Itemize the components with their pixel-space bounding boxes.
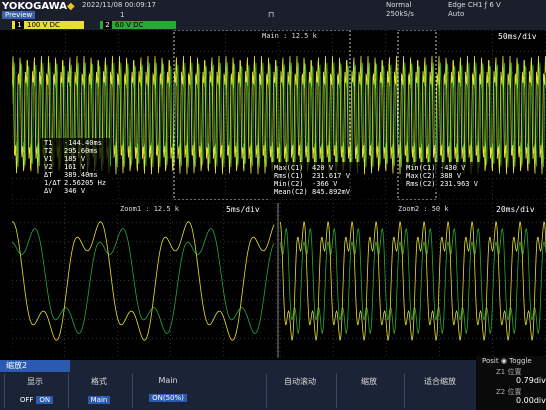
z2-position-value[interactable]: 0.00div bbox=[516, 396, 546, 405]
measure-label: Mean(C2) bbox=[274, 188, 308, 196]
main-value: ON(50%) bbox=[149, 394, 187, 402]
position-toggle-panel[interactable]: Posit ◉ Toggle Z1 位置 0.79div Z2 位置 0.00d… bbox=[476, 356, 546, 410]
auto-scroll-softkey[interactable]: 自动滚动 bbox=[266, 374, 333, 408]
preview-badge: Preview bbox=[2, 11, 36, 19]
position-title: Posit bbox=[482, 357, 499, 365]
logo-diamond-icon: ◆ bbox=[67, 1, 75, 12]
zoom1-label: Zoom1 : 12.5 k bbox=[120, 205, 180, 213]
display-softkey[interactable]: 显示 OFF ON bbox=[4, 374, 65, 408]
measure-value: 420 V bbox=[312, 164, 334, 172]
measure-label: Max(C1) bbox=[274, 164, 304, 172]
cursor-label: T2 bbox=[44, 147, 52, 155]
measure-label: Min(C1) bbox=[406, 164, 436, 172]
datetime: 2022/11/08 00:09:17 bbox=[82, 1, 157, 9]
cursor-value: 161 V bbox=[64, 163, 86, 171]
fit-zoom-label: 适合缩放 bbox=[424, 377, 456, 386]
cursor-value: -144.40ms bbox=[64, 139, 102, 147]
scale-label: 缩放 bbox=[361, 377, 377, 386]
measure-value: 231.963 V bbox=[440, 180, 479, 188]
trigger-setting: Edge CH1 ƒ 6 V bbox=[448, 1, 501, 9]
cursor-label: ΔT bbox=[44, 171, 53, 179]
zoom-waveform-windows[interactable]: Zoom1 : 12.5 k 5ms/div Zoom2 : 50 k 20ms/di… bbox=[12, 203, 546, 358]
toggle-icon: ◉ bbox=[500, 357, 507, 365]
cursor-label: 1/ΔT bbox=[44, 179, 62, 187]
cursor-value: 185 V bbox=[64, 155, 86, 163]
scale-softkey[interactable]: 缩放 bbox=[336, 374, 401, 408]
channel-2-badge[interactable]: 2 60 V DC bbox=[100, 21, 176, 29]
display-on[interactable]: ON bbox=[36, 396, 54, 404]
fit-zoom-softkey[interactable]: 适合缩放 bbox=[404, 374, 475, 408]
acquisition-icon: ⊓ bbox=[268, 10, 275, 19]
auto-scroll-label: 自动滚动 bbox=[284, 377, 316, 386]
cursor-label: V1 bbox=[44, 155, 52, 163]
acquisition-mode: Normal bbox=[386, 1, 412, 9]
format-label: 格式 bbox=[91, 377, 107, 386]
z1-position-value[interactable]: 0.79div bbox=[516, 376, 546, 385]
zoom2-timebase: 20ms/div bbox=[496, 205, 535, 214]
cursor-label: T1 bbox=[44, 139, 52, 147]
sample-rate: 250kS/s bbox=[386, 10, 414, 18]
main-timebase: 50ms/div bbox=[498, 32, 537, 41]
zoom1-timebase: 5ms/div bbox=[226, 205, 260, 214]
measure-value: 231.617 V bbox=[312, 172, 351, 180]
main-waveform-window[interactable]: Main : 12.5 k50ms/divTT1-144.40msT2295.6… bbox=[12, 30, 546, 200]
status-bar: YOKOGAWA◆ Preview 2022/11/08 00:09:17 1 … bbox=[0, 0, 546, 30]
toggle-label[interactable]: Toggle bbox=[509, 357, 532, 365]
main-softkey[interactable]: Main ON(50%) bbox=[132, 374, 203, 408]
zoom2-menu-tab[interactable]: 缩放2 bbox=[0, 360, 70, 372]
cursor-label: V2 bbox=[44, 163, 52, 171]
cursor-value: 346 V bbox=[64, 187, 86, 195]
display-off[interactable]: OFF bbox=[17, 396, 37, 404]
measure-value: 388 V bbox=[440, 172, 462, 180]
cursor-label: ΔV bbox=[44, 187, 53, 195]
format-value: Main bbox=[87, 396, 111, 404]
display-label: 显示 bbox=[27, 377, 43, 386]
measure-label: Rms(C1) bbox=[274, 172, 304, 180]
main-zoom-label: Main : 12.5 k bbox=[262, 32, 318, 40]
format-softkey[interactable]: 格式 Main bbox=[68, 374, 129, 408]
marker-label: 1 bbox=[120, 11, 125, 19]
cursor-value: 295.60ms bbox=[64, 147, 98, 155]
channel-1-badge[interactable]: 1 100 V DC bbox=[12, 21, 84, 29]
measure-label: Max(C2) bbox=[406, 172, 436, 180]
cursor-value: 2.56205 Hz bbox=[64, 179, 106, 187]
zoom2-label: Zoom2 : 50 k bbox=[398, 205, 449, 213]
measure-value: -366 V bbox=[312, 180, 338, 188]
measure-label: Min(C2) bbox=[274, 180, 304, 188]
cursor-value: 389.40ms bbox=[64, 171, 98, 179]
measure-value: -430 V bbox=[440, 164, 466, 172]
measure-value: 845.892mV bbox=[312, 188, 351, 196]
measure-label: Rms(C2) bbox=[406, 180, 436, 188]
main-label: Main bbox=[158, 376, 178, 385]
trigger-mode: Auto bbox=[448, 10, 465, 18]
